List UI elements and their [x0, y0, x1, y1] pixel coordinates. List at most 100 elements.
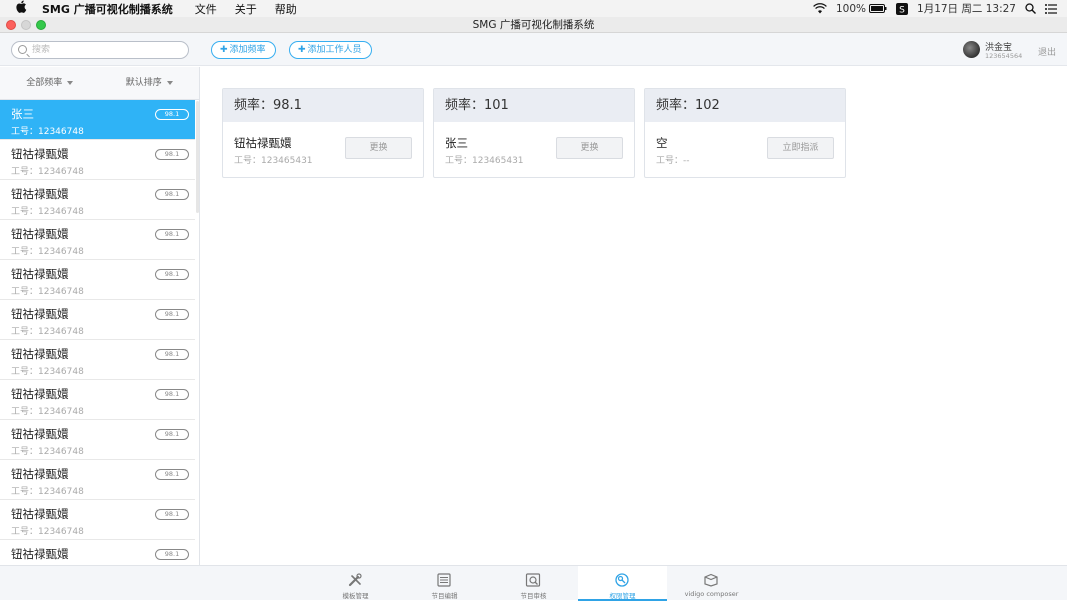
sort-order-label: 默认排序	[125, 78, 162, 88]
tab-label: 节目编辑	[431, 592, 458, 600]
staff-name: 钮祜禄甄嬛	[11, 547, 69, 561]
staff-list-item[interactable]: 钮祜禄甄嬛工号：1234674898.1	[0, 220, 195, 260]
status-area: 100% S 1月17日 周二 13:27	[804, 0, 1067, 17]
assignee-id: 工号：--	[656, 156, 690, 166]
frequency-badge: 98.1	[155, 189, 189, 200]
frequency-card: 频率：98.1 钮祜禄甄嬛 工号：123465431 更换	[222, 88, 424, 178]
frequency-badge: 98.1	[155, 149, 189, 160]
frequency-badge: 98.1	[155, 469, 189, 480]
tab-template-management[interactable]: 模板管理	[311, 566, 400, 601]
staff-list-item[interactable]: 钮祜禄甄嬛工号：12346748 98.1	[0, 300, 195, 340]
window-controls	[6, 20, 51, 30]
staff-id: 工号：12346748	[11, 487, 84, 497]
staff-id: 工号：12346748	[11, 407, 84, 417]
frequency-card-title: 频率：102	[645, 89, 845, 122]
staff-list-item[interactable]: 钮祜禄甄嬛工号：12346748 98.1	[0, 460, 195, 500]
tab-vidigo-composer[interactable]: vidigo composer	[667, 566, 756, 601]
avatar[interactable]	[963, 41, 980, 58]
staff-name: 钮祜禄甄嬛	[11, 347, 69, 361]
clock[interactable]: 1月17日 周二 13:27	[917, 1, 1016, 16]
staff-id: 工号：12346748	[11, 247, 84, 257]
assign-now-button[interactable]: 立即指派	[767, 137, 834, 159]
frequency-badge: 98.1	[155, 109, 189, 120]
program-review-icon	[525, 572, 541, 587]
sidebar-scrollbar[interactable]	[196, 101, 199, 213]
chevron-down-icon	[166, 80, 173, 85]
menu-about[interactable]: 关于	[235, 1, 257, 17]
apple-logo-icon[interactable]	[14, 0, 28, 18]
tab-label: vidigo composer	[684, 590, 739, 598]
staff-name: 钮祜禄甄嬛	[11, 187, 69, 201]
filter-frequency-label: 全部频率	[26, 78, 63, 88]
tab-program-edit[interactable]: 节目编辑	[400, 566, 489, 601]
tab-program-review[interactable]: 节目审核	[489, 566, 578, 601]
staff-id: 工号：12346748	[11, 127, 84, 137]
template-tools-icon	[347, 572, 363, 587]
window-titlebar: SMG 广播可视化制播系统	[0, 17, 1067, 33]
assignee-id: 工号：123465431	[445, 156, 524, 166]
composer-box-icon	[703, 572, 719, 587]
staff-list-item[interactable]: 钮祜禄甄嬛工号：1234674898.1	[0, 340, 195, 380]
staff-name: 钮祜禄甄嬛	[11, 387, 69, 401]
sidebar-filters: 全部频率 默认排序	[0, 67, 199, 100]
staff-id: 工号：12346748	[11, 447, 84, 457]
assignee-name: 钮祜禄甄嬛	[234, 136, 292, 150]
tab-label: 模板管理	[342, 592, 369, 600]
staff-list-item[interactable]: 钮祜禄甄嬛工号：1234674898.1	[0, 500, 195, 540]
minimize-window-icon[interactable]	[21, 20, 31, 30]
staff-id: 工号：12346748	[11, 527, 84, 537]
tab-permission-management[interactable]: 权限管理	[578, 566, 667, 601]
replace-button[interactable]: 更换	[556, 137, 623, 159]
close-window-icon[interactable]	[6, 20, 16, 30]
filter-frequency-dropdown[interactable]: 全部频率	[0, 67, 100, 99]
sogou-input-icon[interactable]: S	[896, 2, 909, 15]
plus-icon: ✚	[220, 45, 228, 55]
notification-center-icon[interactable]	[1045, 3, 1057, 14]
staff-name: 钮祜禄甄嬛	[11, 467, 69, 481]
chevron-down-icon	[67, 80, 74, 85]
fullscreen-window-icon[interactable]	[36, 20, 46, 30]
staff-list-item[interactable]: 钮祜禄甄嬛工号：1234674898.1	[0, 260, 195, 300]
permission-icon	[614, 572, 630, 587]
menu-file[interactable]: 文件	[195, 1, 217, 17]
staff-name: 钮祜禄甄嬛	[11, 307, 69, 321]
staff-name: 张三	[11, 107, 34, 121]
mac-menubar: SMG 广播可视化制播系统 文件 关于 帮助 100% S 1月17日 周二 1…	[0, 0, 1067, 17]
search-input[interactable]: 搜索	[11, 41, 189, 59]
staff-list-item[interactable]: 张三工号：12346748 98.1	[0, 100, 195, 140]
staff-id: 工号：12346748	[11, 327, 84, 337]
app-toolbar: 搜索 ✚ 添加频率 ✚ 添加工作人员 洪金宝 123654564 退出	[0, 33, 1067, 66]
staff-name: 钮祜禄甄嬛	[11, 507, 69, 521]
user-id: 123654564	[985, 52, 1023, 60]
menu-help[interactable]: 帮助	[275, 1, 297, 17]
staff-id: 工号：12346748	[11, 167, 84, 177]
staff-list-item[interactable]: 钮祜禄甄嬛工号：12346748 98.1	[0, 380, 195, 420]
add-staff-button[interactable]: ✚ 添加工作人员	[289, 41, 372, 59]
logout-button[interactable]: 退出	[1038, 45, 1056, 58]
window-title: SMG 广播可视化制播系统	[472, 19, 595, 31]
plus-icon: ✚	[298, 45, 306, 55]
search-placeholder: 搜索	[32, 45, 51, 55]
replace-button[interactable]: 更换	[345, 137, 412, 159]
assignee-id: 工号：123465431	[234, 156, 313, 166]
frequency-badge: 98.1	[155, 309, 189, 320]
staff-list-item[interactable]: 钮祜禄甄嬛工号：1234674898.1	[0, 540, 195, 565]
staff-list-item[interactable]: 钮祜禄甄嬛工号：1234674898.1	[0, 420, 195, 460]
add-frequency-button[interactable]: ✚ 添加频率	[211, 41, 276, 59]
spotlight-search-icon[interactable]	[1025, 3, 1036, 14]
battery-icon[interactable]	[869, 4, 887, 13]
frequency-badge: 98.1	[155, 349, 189, 360]
frequency-badge: 98.1	[155, 269, 189, 280]
wifi-icon[interactable]	[813, 3, 827, 14]
menu-app-name[interactable]: SMG 广播可视化制播系统	[42, 1, 173, 17]
frequency-card-title: 频率：101	[434, 89, 634, 122]
frequency-badge: 98.1	[155, 389, 189, 400]
program-edit-icon	[436, 572, 452, 587]
staff-list-item[interactable]: 钮祜禄甄嬛工号：1234674898.1	[0, 180, 195, 220]
search-icon	[18, 45, 27, 54]
staff-list-item[interactable]: 钮祜禄甄嬛工号：1234674898.1	[0, 140, 195, 180]
frequency-card-title: 频率：98.1	[223, 89, 423, 122]
main-content: 频率：98.1 钮祜禄甄嬛 工号：123465431 更换 频率：101 张三 …	[201, 67, 1067, 565]
frequency-card: 频率：102 空 工号：-- 立即指派	[644, 88, 846, 178]
sort-order-dropdown[interactable]: 默认排序	[100, 67, 200, 99]
